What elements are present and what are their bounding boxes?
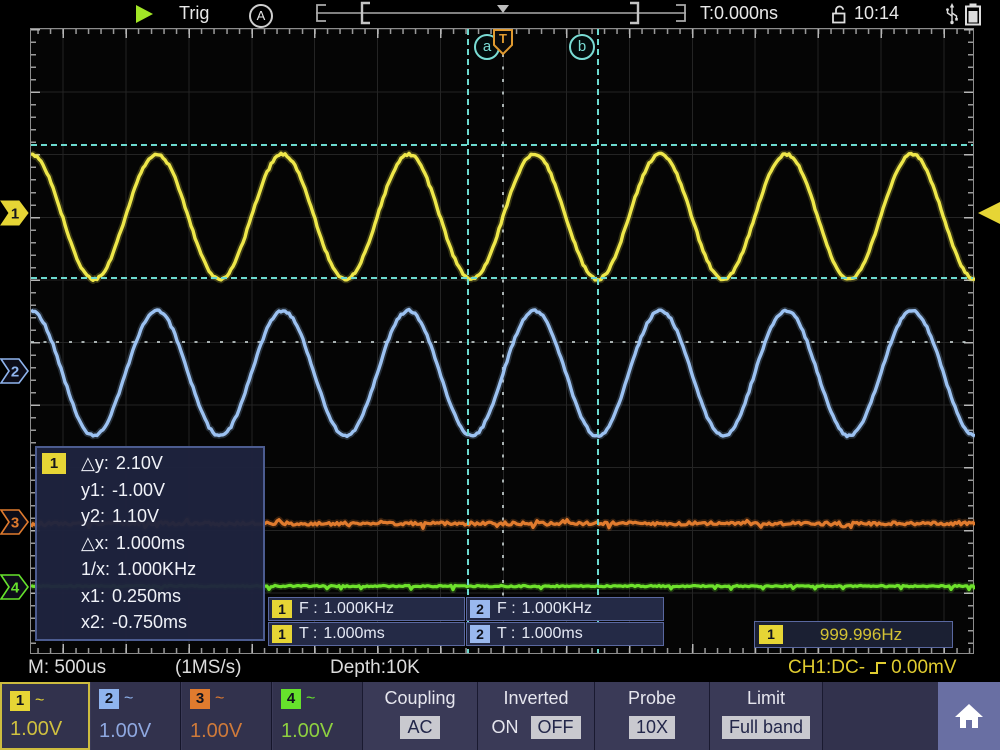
- trigger-flag-letter: T: [499, 31, 507, 46]
- ch1-coupling-symbol: ~: [35, 692, 44, 710]
- home-button[interactable]: [938, 682, 1000, 750]
- ch1-badge: 1: [272, 625, 292, 643]
- cursor-row-y2: y2:1.10V: [81, 506, 196, 533]
- cursor-readout-panel[interactable]: 1 △y:2.10V y1:-1.00V y2:1.10V △x:1.000ms…: [35, 446, 265, 641]
- usb-icon: [945, 3, 959, 25]
- cursor-row-1overdx: 1/x:1.000KHz: [81, 559, 196, 586]
- clock: 10:14: [854, 3, 899, 24]
- measure-ch1-frequency: 1 F : 1.000KHz: [268, 597, 465, 621]
- trigger-position-pointer: [497, 5, 509, 13]
- probe-label: Probe: [595, 688, 709, 709]
- inverted-off-option[interactable]: OFF: [531, 716, 581, 739]
- cursor-row-x1: x1:0.250ms: [81, 586, 196, 613]
- ch1-marker-number: 1: [11, 206, 19, 223]
- menu-inverted: Inverted ON OFF: [477, 682, 594, 750]
- channel-4-button[interactable]: 4 ~ 1.00V: [273, 682, 363, 750]
- menu-limit: Limit Full band: [709, 682, 822, 750]
- channel-1-button[interactable]: 1 ~ 1.00V: [0, 682, 90, 750]
- trigger-settings-readout: CH1:DC- 0.00mV: [788, 657, 957, 679]
- status-row: M: 500us (1MS/s) Depth:10K CH1:DC- 0.00m…: [0, 655, 1000, 682]
- menu-empty-panel: [822, 682, 938, 750]
- oscilloscope-screen: Trig A T:0.000ns 10:14: [0, 0, 1000, 750]
- sample-rate-readout: (1MS/s): [175, 657, 242, 679]
- trigger-level-marker[interactable]: [977, 202, 1000, 224]
- frequency-counter-value: 999.996Hz: [790, 625, 932, 645]
- measure-ch2-period: 2 T : 1.000ms: [466, 622, 664, 646]
- home-icon: [953, 701, 985, 731]
- battery-icon: [963, 3, 983, 26]
- ch2-coupling-symbol: ~: [124, 690, 133, 708]
- trigger-time-offset: T:0.000ns: [700, 3, 778, 24]
- auto-trigger-badge: A: [249, 4, 273, 28]
- horizontal-position-indicator[interactable]: [312, 1, 690, 25]
- coupling-label: Coupling: [363, 688, 477, 709]
- ch1-badge: 1: [759, 625, 783, 644]
- cursor-a-line[interactable]: [467, 29, 469, 653]
- cursor-readout-rows: △y:2.10V y1:-1.00V y2:1.10V △x:1.000ms 1…: [81, 453, 196, 639]
- trigger-position-flag[interactable]: T: [492, 29, 514, 56]
- ch3-coupling-symbol: ~: [215, 690, 224, 708]
- measure-ch1-period: 1 T : 1.000ms: [268, 622, 465, 646]
- menu-probe: Probe 10X: [594, 682, 709, 750]
- ch1-position-marker[interactable]: 1: [0, 200, 30, 226]
- inverted-on-option[interactable]: ON: [492, 717, 519, 738]
- rising-edge-icon: [868, 659, 888, 677]
- ch4-coupling-symbol: ~: [306, 690, 315, 708]
- frequency-counter: 1 999.996Hz: [754, 621, 953, 648]
- ch2-badge: 2: [470, 625, 490, 643]
- cursor-row-y1: y1:-1.00V: [81, 480, 196, 507]
- cursor-b-line[interactable]: [597, 29, 599, 653]
- trigger-state-label: Trig: [179, 3, 209, 24]
- ch1-scale: 1.00V: [10, 718, 62, 741]
- ch3-marker-number: 3: [11, 515, 19, 532]
- limit-value-button[interactable]: Full band: [722, 716, 810, 739]
- ch4-marker-number: 4: [11, 580, 20, 597]
- channel-2-button[interactable]: 2 ~ 1.00V: [91, 682, 181, 750]
- inverted-label: Inverted: [478, 688, 594, 709]
- cursor-row-x2: x2:-0.750ms: [81, 612, 196, 639]
- menu-coupling: Coupling AC: [362, 682, 477, 750]
- ch3-position-marker[interactable]: 3: [0, 509, 30, 535]
- run-play-icon[interactable]: [136, 5, 153, 23]
- cursor-row-dx: △x:1.000ms: [81, 533, 196, 560]
- cursor-panel-channel-badge: 1: [42, 453, 66, 474]
- coupling-value-button[interactable]: AC: [400, 716, 439, 739]
- cursor-row-dy: △y:2.10V: [81, 453, 196, 480]
- ch2-position-marker[interactable]: 2: [0, 358, 30, 384]
- ch2-scale: 1.00V: [99, 720, 151, 743]
- ch2-badge: 2: [470, 600, 490, 618]
- cursor-y1-line[interactable]: [31, 277, 973, 279]
- ch3-scale: 1.00V: [190, 720, 242, 743]
- top-status-bar: Trig A T:0.000ns 10:14: [0, 0, 1000, 28]
- probe-value-button[interactable]: 10X: [629, 716, 675, 739]
- measure-ch2-frequency: 2 F : 1.000KHz: [466, 597, 664, 621]
- limit-label: Limit: [710, 688, 822, 709]
- cursor-b-badge[interactable]: b: [569, 34, 595, 60]
- bottom-menu-bar: 1 ~ 1.00V 2 ~ 1.00V 3 ~ 1.00V 4 ~ 1.00V …: [0, 682, 1000, 750]
- timebase-readout: M: 500us: [28, 657, 106, 679]
- channel-3-button[interactable]: 3 ~ 1.00V: [182, 682, 272, 750]
- cursor-y2-line[interactable]: [31, 144, 973, 146]
- memory-depth-readout: Depth:10K: [330, 657, 420, 679]
- ch2-marker-number: 2: [11, 364, 19, 381]
- unlock-icon: [830, 4, 847, 24]
- ch4-scale: 1.00V: [281, 720, 333, 743]
- ch1-badge: 1: [272, 600, 292, 618]
- ch4-position-marker[interactable]: 4: [0, 574, 30, 600]
